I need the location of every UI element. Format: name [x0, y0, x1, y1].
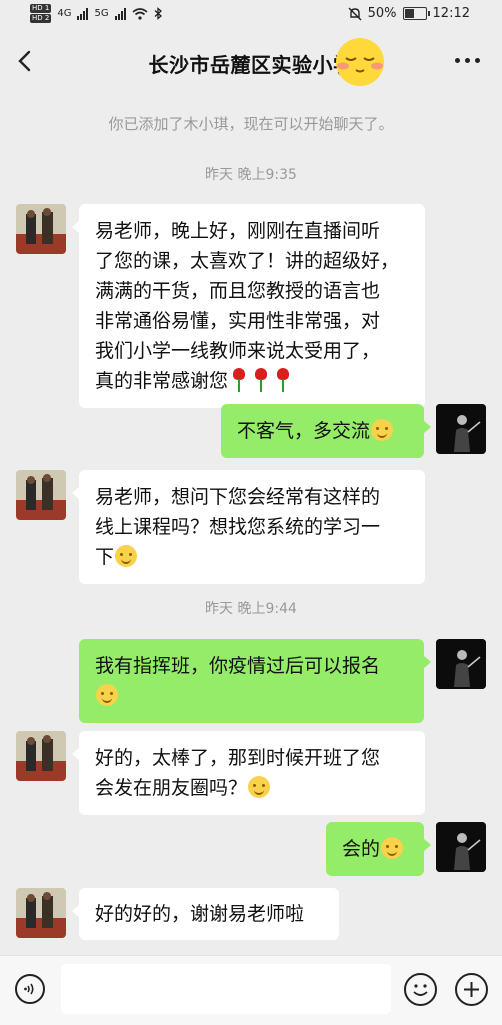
rose-icon: [228, 367, 250, 393]
hd1-badge: HD 1: [30, 4, 52, 13]
avatar-conductor-icon: [436, 639, 486, 689]
status-bar: HD 1 HD 2 4G 5G 50% 12:12: [0, 0, 502, 32]
rose-icon: [272, 367, 294, 393]
message-bubble-outgoing[interactable]: 我有指挥班，你疫情过后可以报名: [79, 639, 431, 723]
message-input[interactable]: [61, 964, 391, 1014]
grin-icon: [381, 837, 404, 859]
avatar-conductor-icon: [436, 822, 486, 872]
chat-title: 长沙市岳麓区实验小学: [148, 53, 354, 77]
plus-more-icon[interactable]: [455, 973, 488, 1006]
network-label-2: 5G: [94, 8, 109, 19]
mute-bell-icon: [348, 7, 362, 20]
message-line: 好的，太棒了，那到时候开班了您: [95, 747, 381, 769]
self-avatar[interactable]: [436, 639, 486, 689]
hd2-badge: HD 2: [30, 14, 52, 23]
message-text: 好的好的，谢谢易老师啦: [95, 903, 305, 925]
status-right: 50% 12:12: [348, 6, 470, 21]
self-avatar[interactable]: [436, 404, 486, 454]
bluetooth-icon: [154, 7, 162, 20]
signal-group: HD 1 HD 2 4G 5G: [30, 4, 163, 23]
clock: 12:12: [432, 6, 470, 21]
timestamp: 昨天 晚上9:35: [205, 167, 297, 183]
message-bubble-incoming[interactable]: 易老师，晚上好，刚刚在直播间听 了您的课，太喜欢了！讲的超级好， 满满的干货，而…: [72, 204, 425, 408]
message-line: 了您的课，太喜欢了！讲的超级好，: [95, 250, 400, 272]
input-bar: [0, 955, 502, 1025]
message-line: 我们小学一线教师来说太受用了，: [95, 340, 381, 362]
contact-avatar[interactable]: [16, 888, 66, 938]
hd-badges: HD 1 HD 2: [30, 4, 52, 23]
sleepy-face-emoji-icon: [336, 38, 384, 86]
avatar-photo-icon: [16, 731, 66, 781]
message-line: 真的非常感谢您: [95, 370, 229, 392]
chat-header: 长沙市岳麓区实验小学: [0, 32, 502, 92]
message-line: 会发在朋友圈吗？: [95, 777, 248, 799]
battery-fill: [404, 9, 414, 18]
avatar-photo-icon: [16, 470, 66, 520]
message-line: 满满的干货，而且您教授的语言也: [95, 280, 381, 302]
self-avatar[interactable]: [436, 822, 486, 872]
contact-avatar[interactable]: [16, 470, 66, 520]
contact-avatar[interactable]: [16, 731, 66, 781]
wifi-icon: [132, 7, 148, 20]
message-bubble-outgoing[interactable]: 不客气，多交流: [221, 404, 431, 458]
message-line: 线上课程吗？想找您系统的学习一: [95, 516, 381, 538]
battery-icon: [402, 7, 430, 20]
signal-icon: [77, 7, 89, 20]
message-bubble-incoming[interactable]: 易老师，想问下您会经常有这样的 线上课程吗？想找您系统的学习一 下: [72, 470, 425, 584]
message-line: 下: [95, 546, 115, 568]
message-bubble-incoming[interactable]: 好的，太棒了，那到时候开班了您 会发在朋友圈吗？: [72, 731, 425, 815]
more-options-icon[interactable]: [455, 58, 480, 63]
message-text: 我有指挥班，你疫情过后可以报名: [95, 655, 381, 677]
message-line: 易老师，晚上好，刚刚在直播间听: [95, 220, 381, 242]
system-notice: 你已添加了木小琪，现在可以开始聊天了。: [108, 115, 394, 133]
rose-icon: [250, 367, 272, 393]
emoji-picker-icon[interactable]: [404, 973, 437, 1006]
network-label-1: 4G: [57, 8, 72, 19]
message-line: 非常通俗易懂，实用性非常强，对: [95, 310, 381, 332]
message-bubble-outgoing[interactable]: 会的: [326, 822, 431, 876]
avatar-conductor-icon: [436, 404, 486, 454]
smile-icon: [371, 419, 394, 441]
voice-input-icon[interactable]: [15, 974, 45, 1004]
smile-icon: [96, 684, 118, 706]
avatar-photo-icon: [16, 888, 66, 938]
message-text: 会的: [342, 838, 381, 860]
contact-avatar[interactable]: [16, 204, 66, 254]
timestamp: 昨天 晚上9:44: [205, 601, 297, 617]
signal-icon-2: [114, 7, 126, 20]
message-line: 易老师，想问下您会经常有这样的: [95, 486, 381, 508]
battery-percent: 50%: [367, 6, 397, 21]
message-text: 不客气，多交流: [237, 420, 371, 442]
smile-icon: [115, 545, 138, 567]
smile-icon: [248, 776, 271, 798]
message-bubble-incoming[interactable]: 好的好的，谢谢易老师啦: [72, 888, 339, 940]
avatar-photo-icon: [16, 204, 66, 254]
